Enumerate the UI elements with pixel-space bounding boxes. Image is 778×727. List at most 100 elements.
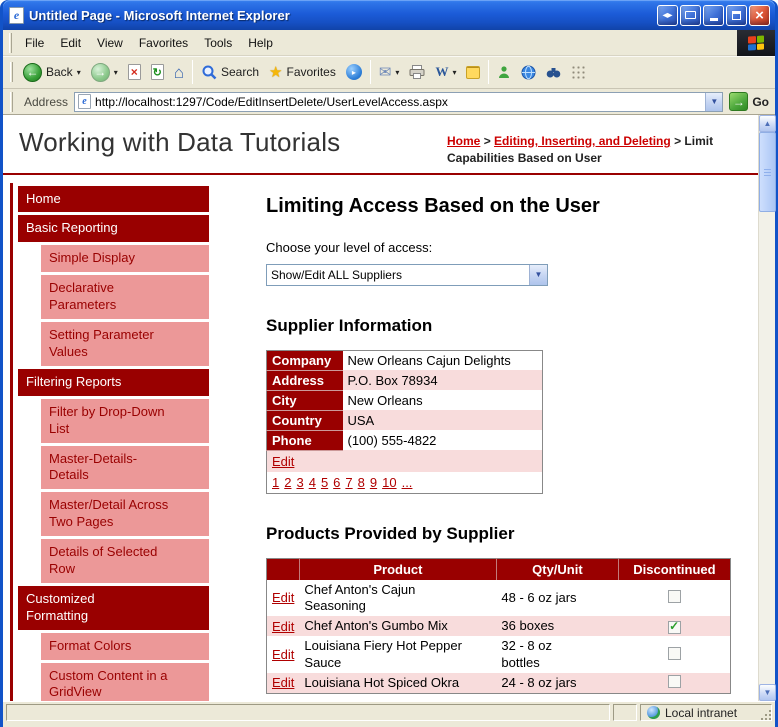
menu-view[interactable]: View [89, 32, 131, 54]
fullscreen-button[interactable] [680, 4, 701, 26]
pager-link-5[interactable]: 5 [321, 475, 328, 490]
edit-with-word-button[interactable]: W ▾ [430, 61, 461, 83]
pager-link-8[interactable]: 8 [358, 475, 365, 490]
close-button[interactable]: × [749, 4, 770, 26]
toolbar-grip[interactable] [10, 62, 13, 82]
pager-link-more[interactable]: ... [402, 475, 413, 490]
messenger-button[interactable] [492, 62, 516, 82]
pager-link-10[interactable]: 10 [382, 475, 396, 490]
home-button[interactable]: ⌂ [169, 61, 189, 84]
discuss-button[interactable] [461, 63, 485, 82]
product-name: Chef Anton's Cajun Seasoning [304, 581, 416, 613]
sidebar-item-filter-by-dropdown-list[interactable]: Filter by Drop-Down List [41, 398, 209, 443]
sidebar-item-simple-display[interactable]: Simple Display [41, 245, 209, 273]
table-row: Edit Louisiana Hot Spiced Okra 24 - 8 oz… [266, 672, 731, 694]
zone-label: Local intranet [665, 705, 738, 720]
resize-grip[interactable] [769, 718, 771, 720]
product-edit-link[interactable]: Edit [272, 647, 294, 662]
product-qty: 32 - 8 oz bottles [501, 638, 552, 670]
access-level-value: Show/Edit ALL Suppliers [271, 267, 402, 282]
discontinued-checkbox[interactable] [667, 674, 681, 688]
ie-page-icon: e [9, 6, 24, 24]
refresh-button[interactable]: ↻ [146, 61, 169, 83]
breadcrumb-separator: > [674, 134, 682, 148]
select-dropdown-icon[interactable]: ▼ [529, 264, 547, 285]
discontinued-checkbox[interactable] [667, 620, 681, 634]
menu-tools[interactable]: Tools [196, 32, 240, 54]
sidebar-item-filtering-reports[interactable]: Filtering Reports [18, 368, 209, 396]
access-level-select[interactable]: Show/Edit ALL Suppliers ▼ [266, 263, 548, 286]
sidebar-item-basic-reporting[interactable]: Basic Reporting [18, 215, 209, 243]
menu-file[interactable]: File [17, 32, 52, 54]
pager-link-2[interactable]: 2 [284, 475, 291, 490]
menu-bar: File Edit View Favorites Tools Help [3, 29, 775, 56]
mail-caret-icon: ▾ [395, 67, 400, 77]
search-icon [202, 65, 217, 80]
sidebar-item-customized-formatting[interactable]: Customized Formatting [18, 585, 209, 630]
quick-launch-button[interactable] [566, 62, 590, 82]
mail-button[interactable]: ✉ ▾ [374, 62, 405, 83]
word-icon: W [435, 64, 449, 79]
pager-link-6[interactable]: 6 [333, 475, 340, 490]
sidebar-item-custom-content-gridview[interactable]: Custom Content in a GridView [41, 662, 209, 701]
product-edit-link[interactable]: Edit [272, 590, 294, 605]
column-header-edit [266, 558, 300, 580]
favorites-button[interactable]: ★ Favorites [264, 62, 341, 83]
address-input[interactable]: e http://localhost:1297/Code/EditInsertD… [74, 91, 724, 112]
product-qty: 48 - 6 oz jars [501, 589, 577, 605]
titlebar[interactable]: e Untitled Page - Microsoft Internet Exp… [3, 0, 775, 30]
column-header-discontinued: Discontinued [617, 558, 731, 580]
window-title: Untitled Page - Microsoft Internet Explo… [29, 7, 290, 23]
scroll-up-button[interactable]: ▲ [759, 115, 776, 132]
product-edit-link[interactable]: Edit [272, 619, 294, 634]
address-dropdown-button[interactable]: ▼ [705, 92, 723, 111]
maximize-button[interactable] [726, 4, 747, 26]
sidebar-item-declarative-parameters[interactable]: Declarative Parameters [41, 275, 209, 320]
menu-favorites[interactable]: Favorites [131, 32, 196, 54]
product-edit-link[interactable]: Edit [272, 675, 294, 690]
scrollbar-thumb[interactable] [759, 132, 776, 212]
table-row: Edit Chef Anton's Cajun Seasoning 48 - 6… [267, 580, 731, 617]
sidebar-item-setting-parameter-values[interactable]: Setting Parameter Values [41, 322, 209, 366]
breadcrumb-section-link[interactable]: Editing, Inserting, and Deleting [494, 134, 671, 148]
addressbar-grip[interactable] [10, 91, 13, 112]
status-message-panel [6, 704, 610, 721]
back-caret-icon: ▾ [76, 67, 81, 77]
products-section-title: Products Provided by Supplier [266, 523, 515, 543]
pager-link-4[interactable]: 4 [309, 475, 316, 490]
sync-button[interactable] [516, 62, 541, 83]
supplier-edit-link[interactable]: Edit [272, 454, 294, 469]
menu-edit[interactable]: Edit [52, 32, 89, 54]
pager-link-7[interactable]: 7 [345, 475, 352, 490]
back-icon: ← [23, 62, 42, 82]
sidebar-item-details-of-selected-row[interactable]: Details of Selected Row [41, 539, 209, 583]
supplier-details-table: Company New Orleans Cajun Delights Addre… [266, 349, 543, 494]
stop-button[interactable]: × [123, 61, 146, 83]
swap-screens-button[interactable]: ◂▸ [657, 4, 678, 26]
print-button[interactable] [404, 62, 430, 82]
pager-link-9[interactable]: 9 [370, 475, 377, 490]
breadcrumb-home-link[interactable]: Home [447, 134, 480, 148]
back-button[interactable]: ← Back ▾ [18, 60, 86, 85]
forward-button[interactable]: → ▾ [86, 60, 123, 85]
menu-help[interactable]: Help [240, 32, 281, 54]
page-header: Working with Data Tutorials Home > Editi… [3, 115, 758, 175]
sidebar-item-home[interactable]: Home [18, 185, 209, 213]
pager-link-1[interactable]: 1 [272, 475, 279, 490]
discontinued-checkbox[interactable] [667, 589, 681, 603]
minimize-button[interactable] [703, 4, 724, 26]
pager-link-3[interactable]: 3 [296, 475, 303, 490]
address-label: Address [24, 94, 69, 109]
search-button[interactable]: Search [196, 61, 264, 83]
refresh-icon: ↻ [150, 64, 164, 80]
research-button[interactable] [541, 63, 566, 82]
discontinued-checkbox[interactable] [667, 646, 681, 660]
go-button[interactable]: → Go [729, 92, 769, 111]
scroll-down-button[interactable]: ▼ [759, 684, 776, 701]
vertical-scrollbar[interactable]: ▲ ▼ [758, 115, 776, 701]
media-button[interactable]: ▸ [341, 61, 367, 83]
sidebar-item-format-colors[interactable]: Format Colors [41, 632, 209, 660]
sidebar-item-master-detail-two-pages[interactable]: Master/Detail Across Two Pages [41, 492, 209, 537]
sidebar-item-master-details-details[interactable]: Master-Details-Details [41, 445, 209, 490]
menubar-grip[interactable] [9, 32, 12, 53]
